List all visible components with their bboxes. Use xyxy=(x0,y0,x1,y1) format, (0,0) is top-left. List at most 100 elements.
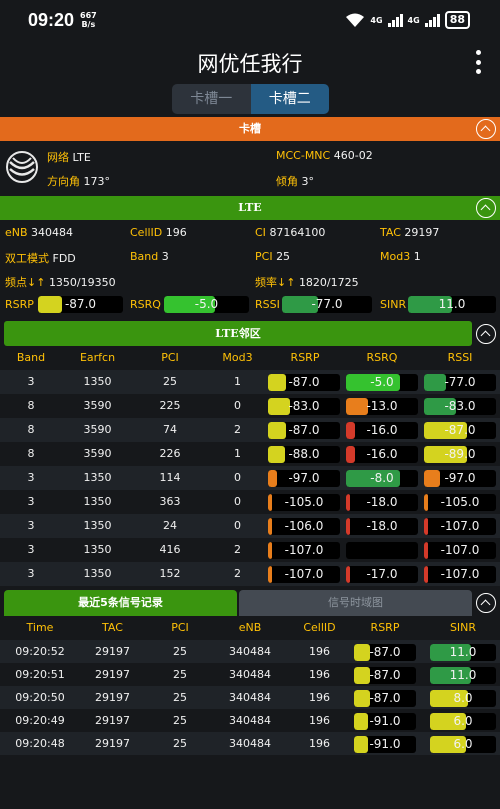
sinr-meter: 11.0 xyxy=(430,667,496,684)
rsrq-meter: -5.0 xyxy=(164,296,249,313)
rsrq-meter: -13.0 xyxy=(346,398,418,415)
more-options-icon[interactable] xyxy=(476,50,482,74)
rssi-value: -77.0 xyxy=(311,297,343,311)
table-row: 09:20:51 29197 25 340484 196 -87.0 11.0 xyxy=(0,663,500,686)
rsrq-meter-value: -13.0 xyxy=(366,399,398,413)
sinr-meter: 6.0 xyxy=(430,713,496,730)
tac-field: TAC 29197 xyxy=(380,226,439,239)
mod3-cell: 0 xyxy=(234,471,241,484)
cellid-cell: 196 xyxy=(309,668,330,681)
earfcn-cell: 1350 xyxy=(83,495,112,508)
pci-cell: 25 xyxy=(173,737,187,750)
neighbor-section-header[interactable]: LTE邻区 xyxy=(4,321,472,346)
pci-field: PCI 25 xyxy=(255,250,290,263)
rsrq-meter: -16.0 xyxy=(346,446,418,463)
rsrp-value: -87.0 xyxy=(64,297,97,311)
sinr-label: SINR xyxy=(380,298,407,311)
tab-recent-records[interactable]: 最近5条信号记录 xyxy=(4,590,237,616)
freq-value: 1820/1725 xyxy=(298,276,359,289)
azimuth-value: 173° xyxy=(83,175,111,188)
rsrp-meter: -87.0 xyxy=(354,644,416,661)
app-bar: 网优任我行 xyxy=(0,40,500,82)
lte-section-header[interactable]: LTE xyxy=(0,196,500,220)
mod3-cell: 1 xyxy=(234,447,241,460)
tab-sim-2[interactable]: 卡槽二 xyxy=(250,84,329,114)
collapse-icon[interactable] xyxy=(476,593,496,613)
table-row: 8 3590 225 0 -83.0 -13.0 -83.0 xyxy=(0,394,500,418)
slot-section-header[interactable]: 卡槽 xyxy=(0,117,500,141)
col-tac: TAC xyxy=(102,621,123,634)
rsrp-meter-value: -88.0 xyxy=(288,447,320,461)
tab-signal-timeline[interactable]: 信号时域图 xyxy=(239,590,472,616)
neighbor-table-header: Band Earfcn PCI Mod3 RSRP RSRQ RSSI xyxy=(0,346,500,370)
pci-cell: 25 xyxy=(173,645,187,658)
azimuth-field: 方向角 173° xyxy=(47,173,110,189)
rssi-meter: -89.0 xyxy=(424,446,496,463)
network-value: LTE xyxy=(72,151,91,164)
band-cell: 3 xyxy=(27,519,35,532)
enb-cell: 340484 xyxy=(229,668,271,681)
tac-label: TAC xyxy=(380,226,401,239)
freq-label: 频率↓↑ xyxy=(255,276,296,289)
rsrq-value: -5.0 xyxy=(194,297,219,311)
freq-field: 频率↓↑ 1820/1725 xyxy=(255,274,359,290)
earfcn-cell: 3590 xyxy=(83,447,112,460)
table-row: 09:20:49 29197 25 340484 196 -91.0 6.0 xyxy=(0,709,500,732)
status-time: 09:20 xyxy=(28,10,75,30)
pci-value: 25 xyxy=(276,250,291,263)
network-type-2: 4G xyxy=(407,15,420,25)
cellid-cell: 196 xyxy=(309,714,330,727)
pci-cell: 74 xyxy=(163,423,177,436)
rsrp-meter: -106.0 xyxy=(268,518,340,535)
rsrp-meter-value: -87.0 xyxy=(288,423,320,437)
neighbor-section-title: LTE邻区 xyxy=(215,327,261,340)
collapse-icon[interactable] xyxy=(476,198,496,218)
col-time: Time xyxy=(26,621,54,634)
rsrp-meter-value: -91.0 xyxy=(369,737,401,751)
rsrp-meter: -87.0 xyxy=(38,296,123,313)
rsrq-meter: -18.0 xyxy=(346,518,418,535)
signal-bars-icon-2 xyxy=(424,13,440,27)
pci-cell: 152 xyxy=(159,567,181,580)
col-earfcn: Earfcn xyxy=(79,351,116,364)
pci-cell: 114 xyxy=(159,471,181,484)
pci-cell: 24 xyxy=(163,519,177,532)
sinr-meter: 11.0 xyxy=(430,644,496,661)
rsrp-meter: -107.0 xyxy=(268,566,340,583)
col-rsrq: RSRQ xyxy=(366,351,398,364)
duplex-field: 双工模式 FDD xyxy=(5,250,76,266)
net-speed-unit: B/s xyxy=(81,20,96,29)
cellid-value: 196 xyxy=(165,226,187,239)
cellid-cell: 196 xyxy=(309,737,330,750)
pci-label: PCI xyxy=(255,250,273,263)
collapse-icon[interactable] xyxy=(476,119,496,139)
earfcn-field: 频点↓↑ 1350/19350 xyxy=(5,274,116,290)
mod3-label: Mod3 xyxy=(380,250,411,263)
table-row: 09:20:52 29197 25 340484 196 -87.0 11.0 xyxy=(0,640,500,663)
band-label: Band xyxy=(130,250,159,263)
enb-cell: 340484 xyxy=(229,714,271,727)
carrier-logo-icon xyxy=(6,151,38,183)
rsrq-meter: -18.0 xyxy=(346,494,418,511)
earfcn-value: 1350/19350 xyxy=(48,276,116,289)
mod3-value: 1 xyxy=(413,250,421,263)
rsrp-meter: -87.0 xyxy=(354,667,416,684)
time-cell: 09:20:52 xyxy=(15,645,65,658)
enb-cell: 340484 xyxy=(229,737,271,750)
rsrp-meter: -83.0 xyxy=(268,398,340,415)
rsrp-meter-value: -91.0 xyxy=(369,714,401,728)
time-cell: 09:20:49 xyxy=(15,714,65,727)
band-value: 3 xyxy=(161,250,169,263)
time-cell: 09:20:50 xyxy=(15,691,65,704)
sinr-meter: 6.0 xyxy=(430,736,496,753)
network-field: 网络 LTE xyxy=(47,149,91,165)
col-cellid: CellID xyxy=(303,621,336,634)
col-sinr: SINR xyxy=(449,621,477,634)
cellid-cell: 196 xyxy=(309,691,330,704)
rsrq-meter: -5.0 xyxy=(346,374,418,391)
rssi-meter: -107.0 xyxy=(424,518,496,535)
rsrp-meter-value: -83.0 xyxy=(288,399,320,413)
tab-sim-1[interactable]: 卡槽一 xyxy=(172,84,251,114)
collapse-icon[interactable] xyxy=(476,324,496,344)
table-row: 8 3590 226 1 -88.0 -16.0 -89.0 xyxy=(0,442,500,466)
